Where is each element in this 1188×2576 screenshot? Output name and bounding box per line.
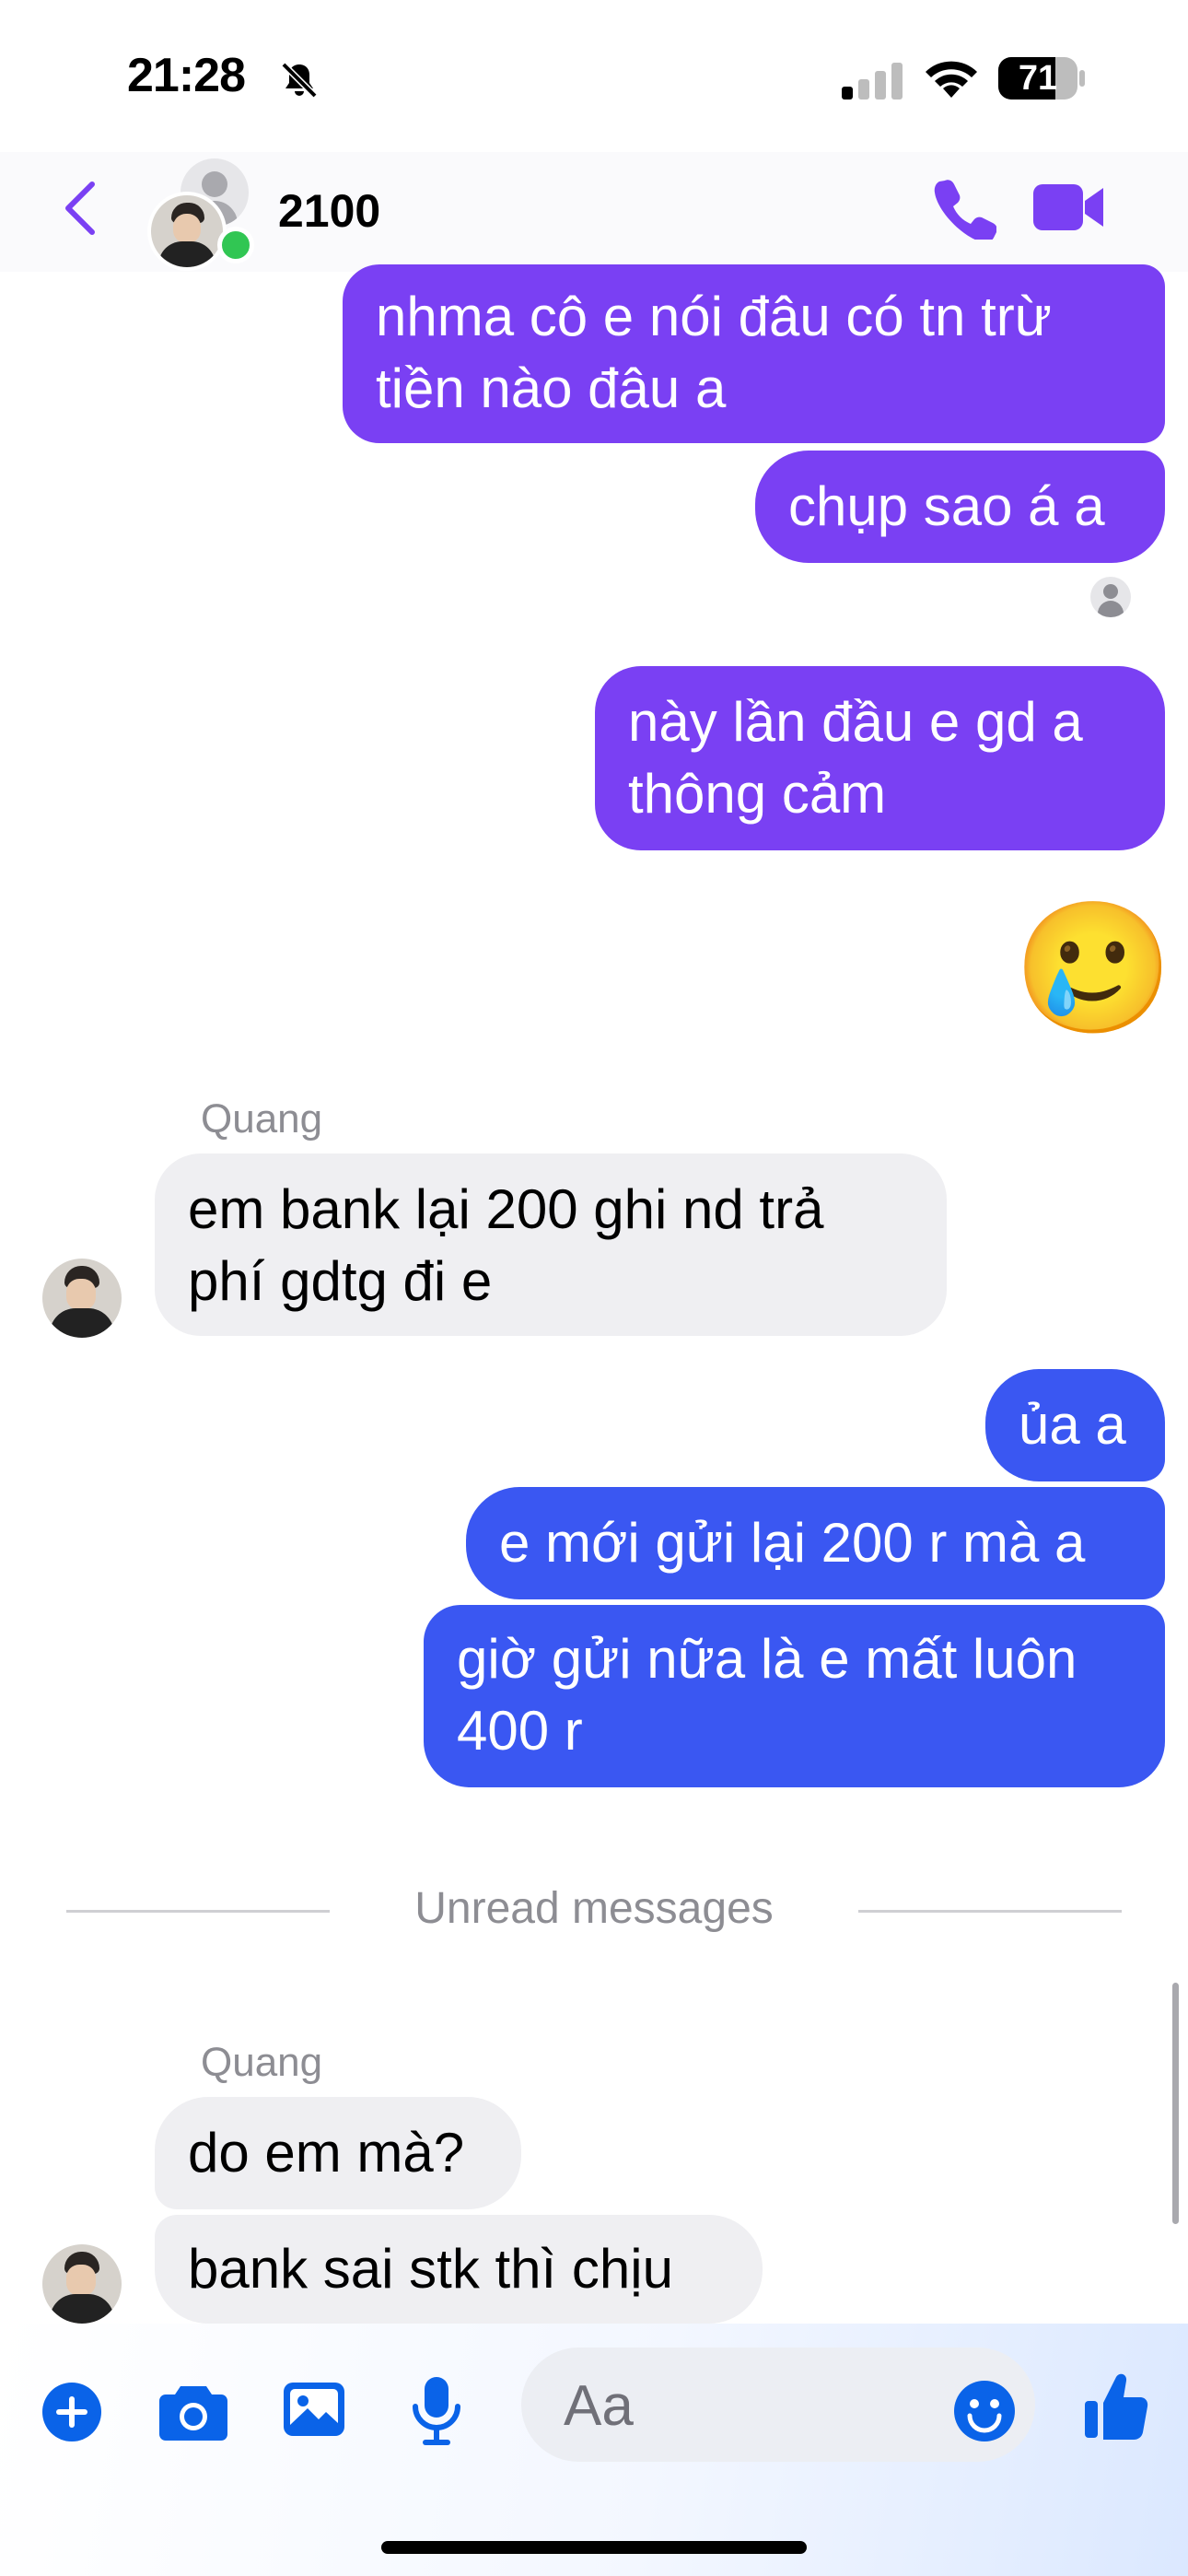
message-outgoing[interactable]: này lần đầu e gd a thông cảm — [595, 666, 1165, 850]
message-input-placeholder: Aa — [564, 2374, 634, 2438]
camera-icon[interactable] — [158, 2381, 228, 2441]
home-indicator — [381, 2541, 807, 2554]
message-outgoing[interactable]: giờ gửi nữa là e mất luôn 400 r — [424, 1605, 1165, 1787]
message-incoming[interactable]: bank sai stk thì chịu — [155, 2215, 763, 2324]
read-receipt-avatar — [1090, 577, 1131, 617]
wifi-icon — [926, 61, 977, 98]
message-incoming[interactable]: do em mà? — [155, 2097, 521, 2209]
avatar[interactable] — [147, 192, 227, 271]
sender-name: Quang — [201, 2040, 323, 2085]
like-icon[interactable] — [1083, 2371, 1149, 2441]
back-icon[interactable] — [57, 179, 103, 238]
message-outgoing[interactable]: nhma cô e nói đâu có tn trừ tiền nào đâu… — [343, 264, 1165, 443]
emoji-icon[interactable] — [952, 2379, 1017, 2443]
mute-icon — [281, 62, 318, 99]
contact-name[interactable]: 2100 — [278, 184, 380, 238]
status-bar: 21:28 71 — [0, 0, 1188, 157]
sender-avatar — [42, 1259, 122, 1338]
sender-name: Quang — [201, 1096, 323, 1142]
battery-icon: 71 — [998, 57, 1077, 100]
gallery-icon[interactable] — [282, 2379, 346, 2440]
signal-icon — [842, 63, 903, 100]
sender-avatar — [42, 2244, 122, 2324]
message-outgoing[interactable]: ủa a — [985, 1369, 1165, 1481]
unread-divider-label: Unread messages — [414, 1884, 774, 1933]
plus-icon[interactable] — [41, 2381, 103, 2443]
divider — [858, 1910, 1122, 1913]
video-icon[interactable] — [1031, 181, 1107, 234]
phone-icon[interactable] — [932, 175, 996, 240]
mic-icon[interactable] — [409, 2375, 464, 2447]
message-outgoing[interactable]: e mới gửi lại 200 r mà a — [466, 1487, 1165, 1599]
online-indicator — [217, 227, 254, 263]
scrollbar[interactable] — [1172, 1983, 1179, 2224]
message-incoming[interactable]: em bank lại 200 ghi nd trả phí gdtg đi e — [155, 1153, 947, 1336]
status-time: 21:28 — [127, 49, 246, 102]
emoji-message[interactable]: 🥲 — [1013, 896, 1173, 1043]
message-outgoing[interactable]: chụp sao á a — [755, 451, 1165, 563]
